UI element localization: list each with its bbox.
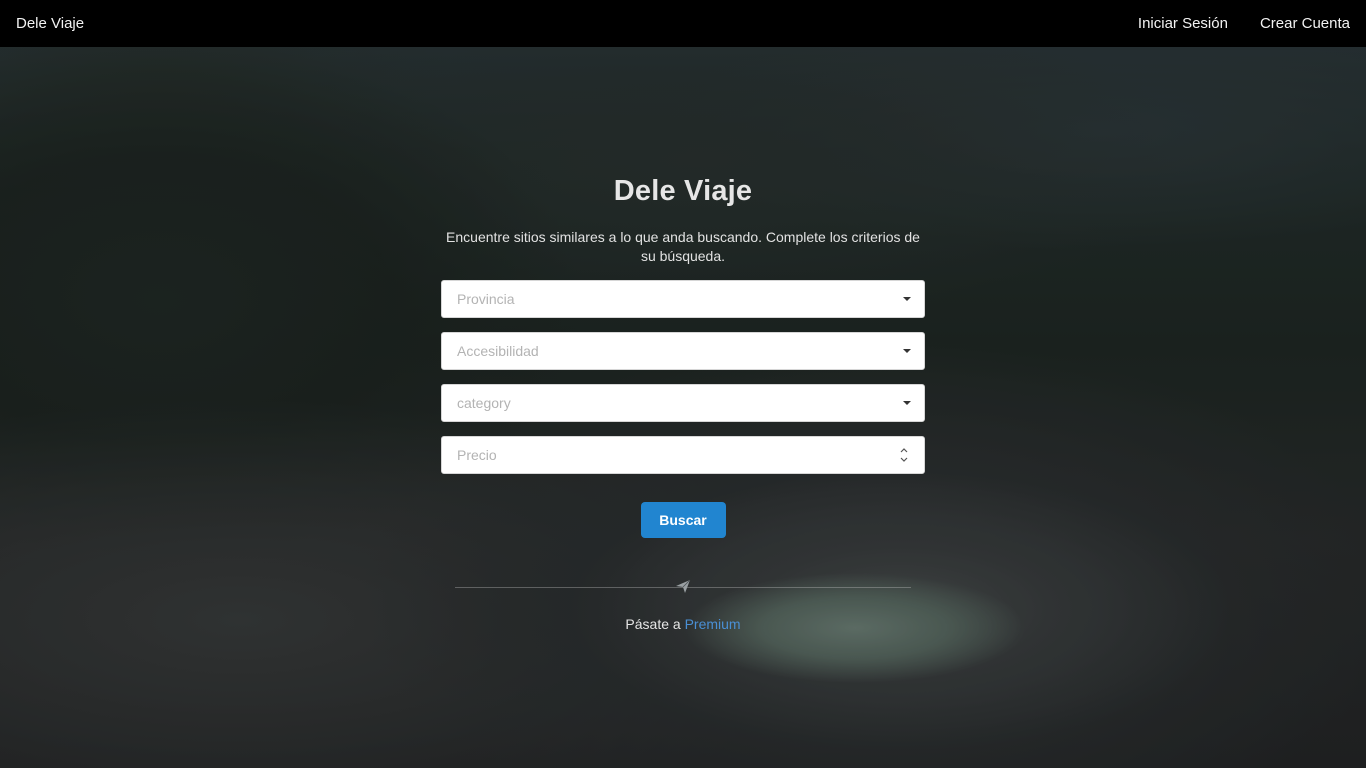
precio-placeholder: Precio (457, 447, 497, 463)
accesibilidad-select[interactable]: Accesibilidad (441, 332, 925, 370)
search-panel: Dele Viaje Encuentre sitios similares a … (441, 175, 925, 632)
premium-prefix: Pásate a (625, 616, 681, 632)
accesibilidad-placeholder: Accesibilidad (457, 343, 539, 359)
category-placeholder: category (457, 395, 511, 411)
brand-link[interactable]: Dele Viaje (16, 15, 84, 32)
page-subtitle: Encuentre sitios similares a lo que anda… (446, 229, 920, 264)
category-select[interactable]: category (441, 384, 925, 422)
buscar-button[interactable]: Buscar (640, 502, 726, 538)
spinner-icon[interactable] (900, 445, 908, 467)
precio-input[interactable]: Precio (441, 436, 925, 474)
nav-links: Iniciar Sesión Crear Cuenta (1138, 15, 1350, 32)
paper-plane-icon (675, 578, 691, 594)
signup-link[interactable]: Crear Cuenta (1260, 15, 1350, 32)
caret-down-icon (903, 349, 911, 353)
premium-text: Pásate a Premium (441, 616, 925, 632)
caret-down-icon (903, 401, 911, 405)
login-link[interactable]: Iniciar Sesión (1138, 15, 1228, 32)
page-title: Dele Viaje (613, 175, 753, 207)
divider (455, 579, 911, 593)
provincia-placeholder: Provincia (457, 291, 515, 307)
caret-down-icon (903, 297, 911, 301)
premium-link[interactable]: Premium (685, 616, 741, 632)
navbar: Dele Viaje Iniciar Sesión Crear Cuenta (0, 0, 1366, 47)
provincia-select[interactable]: Provincia (441, 280, 925, 318)
